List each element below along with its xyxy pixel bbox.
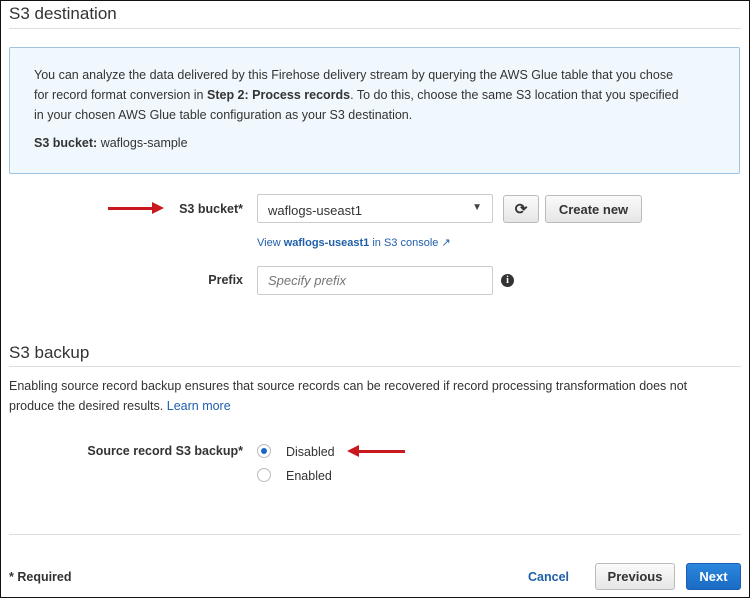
s3-bucket-label: S3 bucket* — [179, 202, 243, 216]
create-new-button[interactable]: Create new — [545, 195, 642, 223]
info-bucket: S3 bucket: waflogs-sample — [34, 136, 188, 150]
info-line: You can analyze the data delivered by th… — [34, 68, 674, 82]
divider — [9, 28, 741, 29]
info-text: for record format conversion in — [34, 88, 207, 102]
required-note: * Required — [9, 570, 72, 584]
refresh-button[interactable]: ⟳ — [503, 195, 539, 223]
info-line: for record format conversion in Step 2: … — [34, 88, 679, 102]
source-backup-label: Source record S3 backup* — [87, 444, 243, 458]
dropdown-caret-icon: ▼ — [472, 202, 482, 213]
link-text: in S3 console — [369, 237, 439, 249]
info-line: in your chosen AWS Glue table configurat… — [34, 108, 413, 122]
external-link-icon: ↗ — [441, 237, 451, 249]
radio-enabled[interactable] — [257, 468, 271, 482]
link-text: View — [257, 237, 284, 249]
cancel-button[interactable]: Cancel — [528, 570, 569, 584]
info-bold: Step 2: Process records — [207, 88, 351, 102]
prefix-input[interactable] — [257, 266, 493, 295]
backup-description: Enabling source record backup ensures th… — [9, 379, 688, 393]
info-bucket-value: waflogs-sample — [97, 136, 188, 150]
divider — [9, 534, 741, 535]
next-button[interactable]: Next — [686, 563, 741, 590]
view-in-s3-console-link[interactable]: View waflogs-useast1 in S3 console ↗ — [257, 236, 451, 249]
divider — [9, 366, 741, 367]
s3-bucket-value: waflogs-useast1 — [268, 203, 362, 218]
previous-button[interactable]: Previous — [595, 563, 675, 590]
s3-bucket-select[interactable]: waflogs-useast1 ▼ — [257, 194, 493, 223]
info-box: You can analyze the data delivered by th… — [9, 47, 740, 174]
section-title-s3-destination: S3 destination — [9, 4, 117, 23]
link-bold: waflogs-useast1 — [283, 237, 370, 249]
info-icon[interactable]: i — [501, 274, 514, 287]
section-title-s3-backup: S3 backup — [9, 343, 90, 362]
refresh-icon: ⟳ — [514, 201, 528, 218]
radio-label-disabled[interactable]: Disabled — [286, 445, 335, 459]
desc-text: produce the desired results. — [9, 399, 164, 413]
prefix-label: Prefix — [208, 273, 243, 287]
learn-more-link[interactable]: Learn more — [167, 399, 231, 413]
radio-disabled[interactable] — [257, 444, 271, 458]
info-text: . To do this, choose the same S3 locatio… — [350, 88, 679, 102]
annotation-arrow — [357, 450, 405, 453]
info-bucket-label: S3 bucket: — [34, 136, 98, 150]
radio-label-enabled[interactable]: Enabled — [286, 469, 332, 483]
backup-description: produce the desired results. Learn more — [9, 399, 231, 413]
